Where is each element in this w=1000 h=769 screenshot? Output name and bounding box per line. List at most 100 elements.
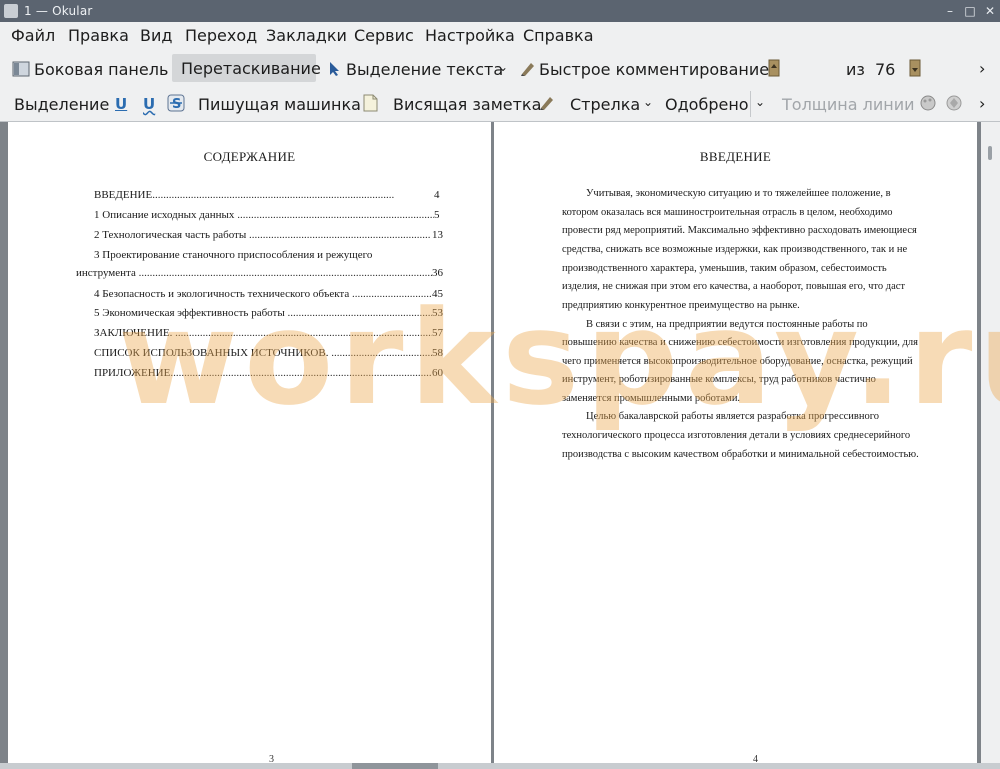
paragraph-line: технологического процесса изготовления д… bbox=[562, 430, 911, 441]
paragraph-line: чего применяется высокопроизводительное … bbox=[562, 356, 913, 367]
sidebar-icon bbox=[12, 61, 30, 77]
menu-file[interactable]: Файл bbox=[11, 26, 55, 45]
paragraph-line: повышению качества и снижению себестоимо… bbox=[562, 337, 918, 348]
document-page-4: ВВЕДЕНИЕ Учитывая, экономическую ситуаци… bbox=[494, 122, 977, 769]
chevron-right-icon: › bbox=[979, 94, 986, 113]
menu-edit[interactable]: Правка bbox=[68, 26, 129, 45]
drag-tool-label: Перетаскивание bbox=[181, 59, 321, 78]
horizontal-scrollbar-thumb[interactable] bbox=[352, 763, 438, 769]
toc-row: 5 Экономическая эффективность работы ...… bbox=[94, 307, 432, 319]
main-toolbar: Боковая панель Перетаскивание Выделение … bbox=[0, 50, 1000, 133]
menu-help[interactable]: Справка bbox=[523, 26, 594, 45]
document-page-3: СОДЕРЖАНИЕ ВВЕДЕНИЕ.....................… bbox=[8, 122, 491, 769]
window-title: 1 — Okular bbox=[24, 4, 93, 18]
toc-row: ЗАКЛЮЧЕНИЕ. ............................… bbox=[94, 327, 432, 339]
toolbar-overflow-button[interactable]: › bbox=[979, 94, 985, 113]
close-icon[interactable]: ✕ bbox=[982, 3, 998, 19]
toc-page-number: 58 bbox=[432, 347, 443, 359]
paragraph-line: заменяется промышленными роботами. bbox=[562, 393, 741, 404]
introduction-heading: ВВЕДЕНИЕ bbox=[699, 149, 772, 164]
toc-page-number: 5 bbox=[434, 209, 440, 221]
chevron-right-icon: › bbox=[979, 59, 986, 78]
maximize-icon[interactable]: □ bbox=[962, 3, 978, 19]
scrollbar-thumb[interactable] bbox=[988, 146, 992, 160]
pen-annotate-icon bbox=[521, 63, 534, 76]
annotation-toolbar: Выделение U U S Пишущая машинка Висящая … bbox=[0, 86, 1000, 122]
menu-tools[interactable]: Сервис bbox=[354, 26, 414, 45]
text-select-dropdown[interactable]: ⌄ bbox=[498, 60, 508, 74]
toc-row: ВВЕДЕНИЕ................................… bbox=[94, 189, 395, 201]
okular-app-icon bbox=[4, 4, 18, 18]
highlight-tool[interactable]: Выделение bbox=[14, 95, 109, 114]
menu-view[interactable]: Вид bbox=[140, 26, 172, 45]
toc-page-number: 53 bbox=[432, 307, 443, 319]
sticky-note-icon bbox=[363, 94, 378, 112]
underline-tool[interactable]: U bbox=[115, 94, 127, 113]
toolbar-overflow-button[interactable]: › bbox=[979, 59, 985, 78]
arrow-tool[interactable]: Стрелка bbox=[570, 95, 640, 114]
toc-row: 1 Описание исходных данных .............… bbox=[94, 209, 434, 221]
toc-row: 2 Технологическая часть работы .........… bbox=[94, 229, 430, 241]
paragraph-line: предприятию конкурентное преимущество на… bbox=[562, 300, 800, 311]
paragraph-line: Учитывая, экономическую ситуацию и то тя… bbox=[586, 188, 891, 199]
menu-go[interactable]: Переход bbox=[185, 26, 257, 45]
toc-page-number: 60 bbox=[432, 367, 443, 379]
paragraph-line: Целью бакалаврской работы является разра… bbox=[586, 411, 880, 422]
quick-comment-button[interactable]: Быстрое комментирование bbox=[517, 60, 769, 79]
toc-row: 4 Безопасность и экологичность техническ… bbox=[94, 288, 432, 300]
strikeout-icon: S bbox=[167, 94, 185, 112]
toc-page-number: 4 bbox=[434, 189, 440, 201]
strikeout-tool[interactable]: S bbox=[167, 94, 185, 116]
drag-tool-button[interactable]: Перетаскивание bbox=[172, 54, 321, 82]
toc-row: ПРИЛОЖЕНИЕ..............................… bbox=[94, 367, 432, 379]
toc-row: инструмента ............................… bbox=[76, 267, 432, 279]
toc-page-number: 45 bbox=[432, 288, 443, 300]
line-width-control[interactable]: Толщина линии bbox=[782, 95, 915, 114]
page-of-label: из bbox=[846, 60, 865, 79]
paragraph-line: инструмент, роботизированные комплексы, … bbox=[562, 374, 876, 385]
underline-icon: U bbox=[115, 95, 128, 113]
sidebar-button[interactable]: Боковая панель bbox=[9, 60, 168, 79]
paragraph-line: провести ряд мероприятий. Максимально эф… bbox=[562, 225, 917, 236]
cursor-arrow-icon bbox=[330, 62, 339, 76]
toc-row: СПИСОК ИСПОЛЬЗОВАННЫХ ИСТОЧНИКОВ. ......… bbox=[94, 347, 432, 359]
squiggly-tool[interactable]: U bbox=[143, 94, 155, 113]
pen-icon bbox=[540, 97, 553, 110]
minimize-icon[interactable]: – bbox=[942, 3, 958, 19]
paragraph-line: производства с высоким качеством обработ… bbox=[562, 449, 919, 460]
chevron-down-icon: ⌄ bbox=[498, 60, 509, 74]
menu-bookmarks[interactable]: Закладки bbox=[266, 26, 347, 45]
hanging-note-tool[interactable]: Висящая заметка bbox=[393, 95, 541, 114]
note-tool[interactable] bbox=[362, 94, 378, 116]
color-button[interactable] bbox=[919, 94, 937, 116]
next-page-icon bbox=[909, 59, 921, 77]
paragraph-line: изделия, не снижая при этом его качества… bbox=[562, 281, 905, 292]
toc-page-number: 13 bbox=[432, 229, 443, 241]
stamp-tool[interactable]: Одобрено bbox=[665, 95, 749, 114]
paragraph-line: средства, снижать все возможные издержки… bbox=[562, 244, 908, 255]
previous-page-button[interactable] bbox=[768, 59, 780, 81]
page-total-label: 76 bbox=[875, 60, 896, 79]
typewriter-tool[interactable]: Пишущая машинка bbox=[198, 95, 361, 114]
palette-icon bbox=[920, 95, 936, 111]
next-page-button[interactable] bbox=[909, 59, 921, 81]
text-select-button[interactable]: Выделение текста bbox=[328, 60, 503, 79]
vertical-scrollbar[interactable] bbox=[981, 122, 1000, 769]
chevron-down-icon: ⌄ bbox=[643, 95, 654, 109]
squiggly-underline-icon: U bbox=[143, 95, 156, 113]
toc-heading: СОДЕРЖАНИЕ bbox=[203, 149, 296, 164]
toc-page-number: 36 bbox=[432, 267, 443, 279]
title-bar: 1 — Okular – □ ✕ bbox=[0, 0, 1000, 22]
document-viewer[interactable]: СОДЕРЖАНИЕ ВВЕДЕНИЕ.....................… bbox=[0, 122, 1000, 769]
previous-page-icon bbox=[768, 59, 780, 77]
stamp-tool-dropdown[interactable]: ⌄ bbox=[750, 91, 768, 117]
chevron-down-icon: ⌄ bbox=[755, 95, 766, 109]
menu-settings[interactable]: Настройка bbox=[425, 26, 515, 45]
horizontal-scrollbar[interactable] bbox=[0, 763, 1000, 769]
text-select-label: Выделение текста bbox=[346, 60, 504, 79]
toc-page-number: 57 bbox=[432, 327, 443, 339]
opacity-button[interactable] bbox=[945, 94, 963, 116]
freehand-tool[interactable] bbox=[538, 94, 556, 116]
arrow-tool-dropdown[interactable]: ⌄ bbox=[643, 95, 653, 109]
paragraph-line: производственного характера, уменьшив, т… bbox=[562, 263, 887, 274]
